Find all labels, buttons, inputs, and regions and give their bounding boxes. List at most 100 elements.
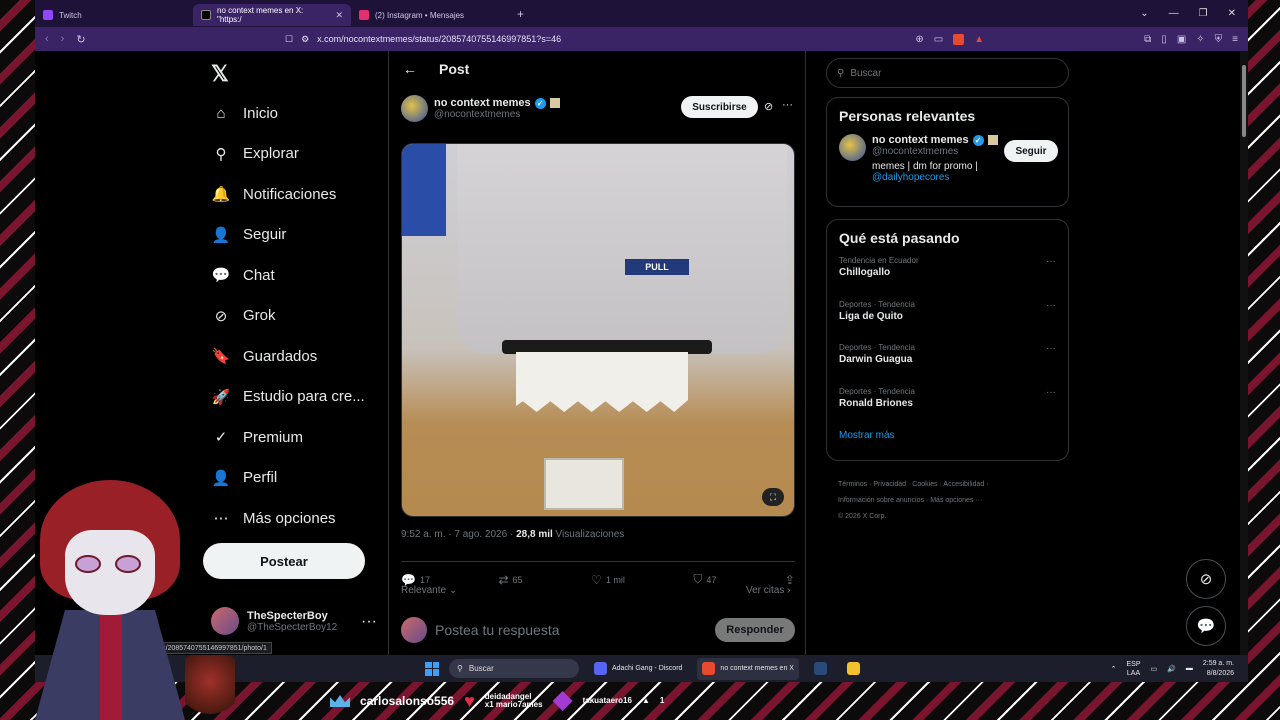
person-name[interactable]: no context memes xyxy=(872,134,969,146)
brave-shield-icon[interactable] xyxy=(953,33,965,45)
cast-icon[interactable]: ▭ xyxy=(934,34,943,45)
network-icon[interactable]: ▭ xyxy=(1151,665,1158,673)
nav-item-mas-opciones[interactable]: ⋯ Más opciones xyxy=(211,498,365,539)
more-icon[interactable]: ··· xyxy=(1046,387,1056,398)
grok-icon[interactable]: ⊘ xyxy=(764,100,773,113)
nav-item-guardados[interactable]: 🔖 Guardados xyxy=(211,336,365,377)
grok-float-button[interactable]: ⊘ xyxy=(1186,559,1226,599)
post-author[interactable]: no context memes ✓ @nocontextmemes xyxy=(401,95,560,122)
close-icon[interactable]: ✕ xyxy=(335,10,343,21)
avatar[interactable] xyxy=(839,134,866,161)
tray-expand-icon[interactable]: ⌃ xyxy=(1111,665,1117,673)
bookmark-icon[interactable]: ☐ xyxy=(285,34,293,45)
author-handle: @nocontextmemes xyxy=(434,109,521,120)
more-icon[interactable]: ··· xyxy=(1046,343,1056,354)
taskbar-search[interactable]: ⚲ Buscar xyxy=(449,659,579,678)
show-more-link[interactable]: Mostrar más xyxy=(839,430,1056,441)
sort-replies-dropdown[interactable]: Relevante ⌄ xyxy=(401,585,457,596)
x-page: 𝕏 ⌂ Inicio ⚲ Explorar 🔔 Notificaciones 👤 Seg… xyxy=(35,51,1240,655)
nav-label: Grok xyxy=(243,307,276,325)
footer-line[interactable]: Información sobre anuncios · Más opcione… xyxy=(838,493,1078,509)
reload-icon[interactable]: ↻ xyxy=(76,33,85,46)
windows-start-icon[interactable] xyxy=(425,661,439,676)
subscribe-button[interactable]: Suscribirse xyxy=(681,96,758,118)
wallet-icon[interactable]: ▣ xyxy=(1177,34,1186,45)
nav-item-chat[interactable]: 💬 Chat xyxy=(211,255,365,296)
menu-icon[interactable]: ≡ xyxy=(1232,34,1238,45)
bookmark-button[interactable]: ⛉ 47 xyxy=(693,572,716,587)
nav-item-notificaciones[interactable]: 🔔 Notificaciones xyxy=(211,174,365,215)
nav-item-inicio[interactable]: ⌂ Inicio xyxy=(211,93,365,134)
person-bio: memes | dm for promo | @dailyhopecores xyxy=(872,161,998,183)
trend-item[interactable]: Tendencia en Ecuador Chillogallo ··· xyxy=(839,256,1056,300)
x-logo-icon[interactable]: 𝕏 xyxy=(211,61,229,87)
trend-item[interactable]: Deportes · Tendencia Darwin Guagua ··· xyxy=(839,343,1056,387)
avatar[interactable] xyxy=(401,95,428,122)
bio-text: memes | dm for promo | xyxy=(872,161,978,172)
footer-line[interactable]: Términos · Privacidad · Cookies · Accesi… xyxy=(838,477,1078,493)
like-button[interactable]: ♡ 1 mil xyxy=(591,572,625,587)
twitch-icon xyxy=(43,10,53,20)
repost-button[interactable]: ⇄ 65 xyxy=(498,572,522,587)
account-switcher[interactable]: TheSpecterBoy @TheSpecterBoy12 ··· xyxy=(211,607,377,635)
more-icon[interactable]: ··· xyxy=(1046,300,1056,311)
nav-item-explorar[interactable]: ⚲ Explorar xyxy=(211,134,365,175)
person-handle: @nocontextmemes xyxy=(872,146,959,157)
wall-sign xyxy=(402,144,446,236)
rewards-icon[interactable]: ▲ xyxy=(974,34,984,45)
nav-item-estudio[interactable]: 🚀 Estudio para cre... xyxy=(211,377,365,418)
lang-layout: LAA xyxy=(1126,669,1141,677)
nav-item-premium[interactable]: ✓ Premium xyxy=(211,417,365,458)
language-indicator[interactable]: ESP LAA xyxy=(1127,660,1141,678)
post-image[interactable]: PULL ⛶ xyxy=(401,143,795,517)
new-tab-button[interactable]: + xyxy=(517,7,524,21)
scrollbar-thumb[interactable] xyxy=(1242,65,1246,137)
taskbar-app-brave[interactable]: no context memes en X xyxy=(697,657,799,680)
sidebar-icon[interactable]: ▯ xyxy=(1161,34,1167,45)
trend-item[interactable]: Deportes · Tendencia Liga de Quito ··· xyxy=(839,300,1056,344)
post-button[interactable]: Postear xyxy=(203,543,365,579)
add-person-icon: 👤 xyxy=(211,226,231,244)
search-input[interactable]: ⚲ Buscar xyxy=(826,58,1069,88)
tab-x-post[interactable]: no context memes en X: "https:/ ✕ xyxy=(193,4,351,26)
volume-icon[interactable]: 🔊 xyxy=(1167,665,1176,673)
tab-twitch[interactable]: Twitch xyxy=(35,4,193,26)
clock[interactable]: 2:59 a. m. 8/8/2026 xyxy=(1203,659,1234,679)
minimize-button[interactable]: — xyxy=(1169,8,1179,19)
extensions-icon[interactable]: ⧉ xyxy=(1144,34,1151,45)
reply-submit-button[interactable]: Responder xyxy=(715,618,795,642)
more-icon[interactable]: ··· xyxy=(1046,256,1056,267)
forward-icon[interactable]: › xyxy=(61,33,65,46)
page-scrollbar[interactable] xyxy=(1240,51,1248,655)
follow-button[interactable]: Seguir xyxy=(1004,140,1058,162)
avatar xyxy=(211,607,239,635)
trend-item[interactable]: Deportes · Tendencia Ronald Briones ··· xyxy=(839,387,1056,431)
nav-item-seguir[interactable]: 👤 Seguir xyxy=(211,215,365,256)
nav-item-perfil[interactable]: 👤 Perfil xyxy=(211,458,365,499)
close-window-button[interactable]: ✕ xyxy=(1228,8,1236,19)
back-icon[interactable]: ‹ xyxy=(45,33,49,46)
url-field[interactable]: ☐ ⚙ x.com/nocontextmemes/status/20857407… xyxy=(285,34,885,45)
zoom-icon[interactable]: ⊕ xyxy=(915,34,923,45)
bio-link[interactable]: @dailyhopecores xyxy=(872,172,998,183)
taskbar-app-steam[interactable] xyxy=(809,658,832,680)
taskbar-app-discord[interactable]: Adachi Gang - Discord xyxy=(589,658,687,680)
leo-icon[interactable]: ✧ xyxy=(1196,34,1204,45)
more-icon[interactable]: ··· xyxy=(361,613,377,631)
more-icon[interactable]: ··· xyxy=(782,99,793,111)
nav-item-grok[interactable]: ⊘ Grok xyxy=(211,296,365,337)
reply-input[interactable]: Postea tu respuesta xyxy=(435,622,560,638)
view-quotes-link[interactable]: Ver citas › xyxy=(746,585,790,596)
nav-label: Perfil xyxy=(243,469,278,487)
vpn-icon[interactable]: ⛨ xyxy=(1215,34,1223,45)
chat-float-button[interactable]: 💬 xyxy=(1186,606,1226,646)
taskbar-app-explorer[interactable] xyxy=(842,658,865,680)
site-info-icon[interactable]: ⚙ xyxy=(301,34,309,45)
media-options-icon[interactable]: ⛶ xyxy=(762,488,784,506)
back-arrow-icon[interactable]: ← xyxy=(403,61,417,77)
tab-instagram[interactable]: (2) Instagram • Mensajes xyxy=(351,4,509,26)
chevron-down-icon[interactable]: ⌄ xyxy=(1140,8,1148,19)
maximize-button[interactable]: ❐ xyxy=(1199,8,1208,19)
battery-icon[interactable]: ▬ xyxy=(1186,665,1193,672)
main-nav: ⌂ Inicio ⚲ Explorar 🔔 Notificaciones 👤 Segui… xyxy=(211,93,365,539)
